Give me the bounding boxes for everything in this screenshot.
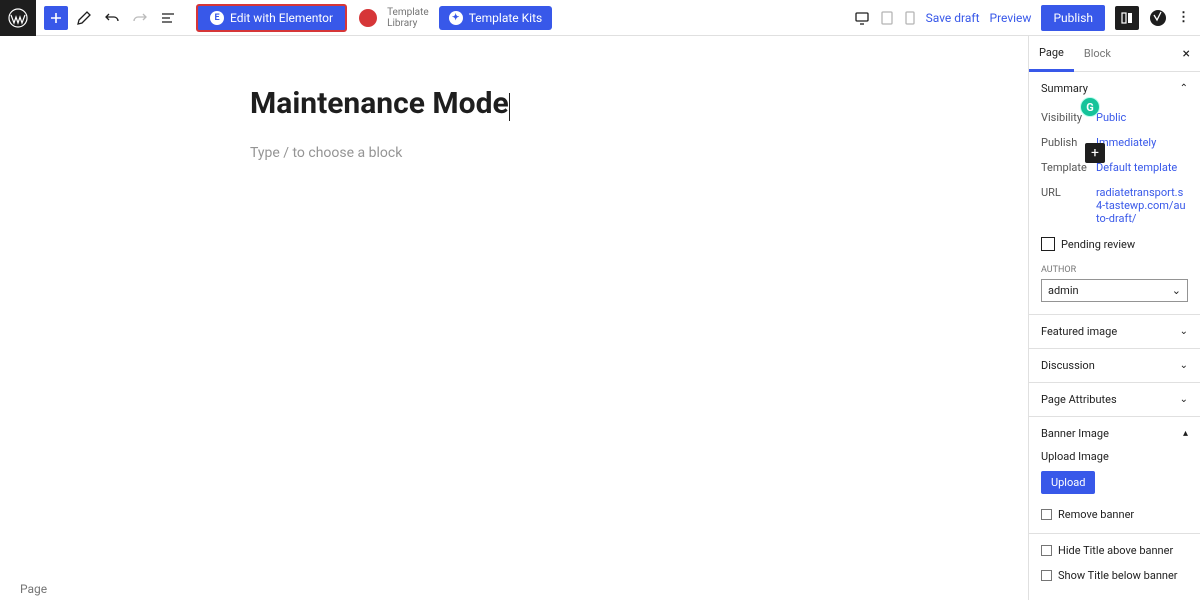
save-draft-button[interactable]: Save draft bbox=[926, 11, 980, 25]
upload-button[interactable]: Upload bbox=[1041, 471, 1095, 494]
undo-icon[interactable] bbox=[100, 6, 124, 30]
redo-icon bbox=[128, 6, 152, 30]
grammarly-icon[interactable]: G bbox=[1080, 97, 1100, 117]
show-title-below-checkbox[interactable] bbox=[1041, 570, 1052, 581]
outline-icon[interactable] bbox=[156, 6, 180, 30]
chevron-up-triangle-icon: ▴ bbox=[1183, 428, 1188, 439]
template-library-label-1: Template bbox=[387, 7, 429, 18]
breadcrumb[interactable]: Page bbox=[20, 582, 47, 596]
page-attributes-label: Page Attributes bbox=[1041, 393, 1117, 406]
edit-with-elementor-button[interactable]: E Edit with Elementor bbox=[196, 4, 347, 32]
chevron-down-icon: ⌄ bbox=[1172, 284, 1181, 297]
mobile-view-icon[interactable] bbox=[904, 10, 916, 26]
pending-review-checkbox[interactable] bbox=[1041, 237, 1055, 251]
edit-icon[interactable] bbox=[72, 6, 96, 30]
featured-image-label: Featured image bbox=[1041, 325, 1117, 338]
block-placeholder-text: Type / to choose a block bbox=[250, 145, 402, 161]
template-kits-button[interactable]: ✦ Template Kits bbox=[439, 6, 552, 30]
hide-title-above-checkbox[interactable] bbox=[1041, 545, 1052, 556]
template-library-label-2: Library bbox=[387, 18, 429, 29]
page-title-input[interactable]: Maintenance Mode bbox=[250, 86, 810, 121]
add-block-inline-button[interactable]: + bbox=[1085, 143, 1105, 163]
author-value: admin bbox=[1048, 284, 1079, 297]
yoast-icon[interactable] bbox=[1149, 9, 1167, 27]
featured-image-panel-header[interactable]: Featured image ⌄ bbox=[1029, 315, 1200, 348]
tab-page[interactable]: Page bbox=[1029, 36, 1074, 72]
tablet-view-icon[interactable] bbox=[880, 10, 894, 26]
envato-icon[interactable] bbox=[359, 9, 377, 27]
upload-image-label: Upload Image bbox=[1041, 450, 1188, 463]
remove-banner-label: Remove banner bbox=[1058, 508, 1134, 521]
template-kits-label: Template Kits bbox=[469, 11, 542, 25]
template-library-button[interactable]: Template Library bbox=[387, 7, 429, 29]
chevron-down-icon: ⌄ bbox=[1180, 360, 1188, 371]
url-value[interactable]: radiatetransport.s4-tastewp.com/auto-dra… bbox=[1096, 186, 1188, 225]
author-select[interactable]: admin ⌄ bbox=[1041, 279, 1188, 302]
hide-title-above-label: Hide Title above banner bbox=[1058, 544, 1173, 557]
remove-banner-checkbox[interactable] bbox=[1041, 509, 1052, 520]
template-kits-icon: ✦ bbox=[449, 11, 463, 25]
banner-image-panel-header[interactable]: Banner Image ▴ bbox=[1029, 417, 1200, 450]
edit-with-elementor-label: Edit with Elementor bbox=[230, 11, 333, 25]
chevron-down-icon: ⌄ bbox=[1180, 394, 1188, 405]
add-block-button[interactable] bbox=[44, 6, 68, 30]
chevron-up-icon: ⌃ bbox=[1180, 83, 1188, 94]
block-placeholder[interactable]: Type / to choose a block G + bbox=[250, 145, 810, 161]
wordpress-logo[interactable] bbox=[0, 0, 36, 36]
banner-image-label: Banner Image bbox=[1041, 427, 1109, 440]
visibility-value[interactable]: Public bbox=[1096, 111, 1188, 124]
page-attributes-panel-header[interactable]: Page Attributes ⌄ bbox=[1029, 383, 1200, 416]
discussion-label: Discussion bbox=[1041, 359, 1095, 372]
url-label: URL bbox=[1041, 186, 1096, 199]
publish-button[interactable]: Publish bbox=[1041, 5, 1105, 31]
settings-toggle-button[interactable] bbox=[1115, 6, 1139, 30]
pending-review-label: Pending review bbox=[1061, 238, 1135, 251]
more-options-icon[interactable]: ⋮ bbox=[1177, 10, 1190, 25]
elementor-icon: E bbox=[210, 11, 224, 25]
page-title-text: Maintenance Mode bbox=[250, 86, 509, 121]
tab-block[interactable]: Block bbox=[1074, 37, 1121, 70]
summary-panel-header[interactable]: Summary ⌃ bbox=[1029, 72, 1200, 105]
template-value[interactable]: Default template bbox=[1096, 161, 1188, 174]
author-heading: AUTHOR bbox=[1041, 265, 1188, 275]
publish-value[interactable]: Immediately bbox=[1096, 136, 1188, 149]
show-title-below-label: Show Title below banner bbox=[1058, 569, 1178, 582]
text-cursor bbox=[509, 93, 510, 121]
discussion-panel-header[interactable]: Discussion ⌄ bbox=[1029, 349, 1200, 382]
desktop-view-icon[interactable] bbox=[854, 10, 870, 26]
close-sidebar-icon[interactable]: × bbox=[1173, 46, 1200, 62]
summary-label: Summary bbox=[1041, 82, 1088, 95]
preview-button[interactable]: Preview bbox=[990, 11, 1032, 25]
chevron-down-icon: ⌄ bbox=[1180, 326, 1188, 337]
